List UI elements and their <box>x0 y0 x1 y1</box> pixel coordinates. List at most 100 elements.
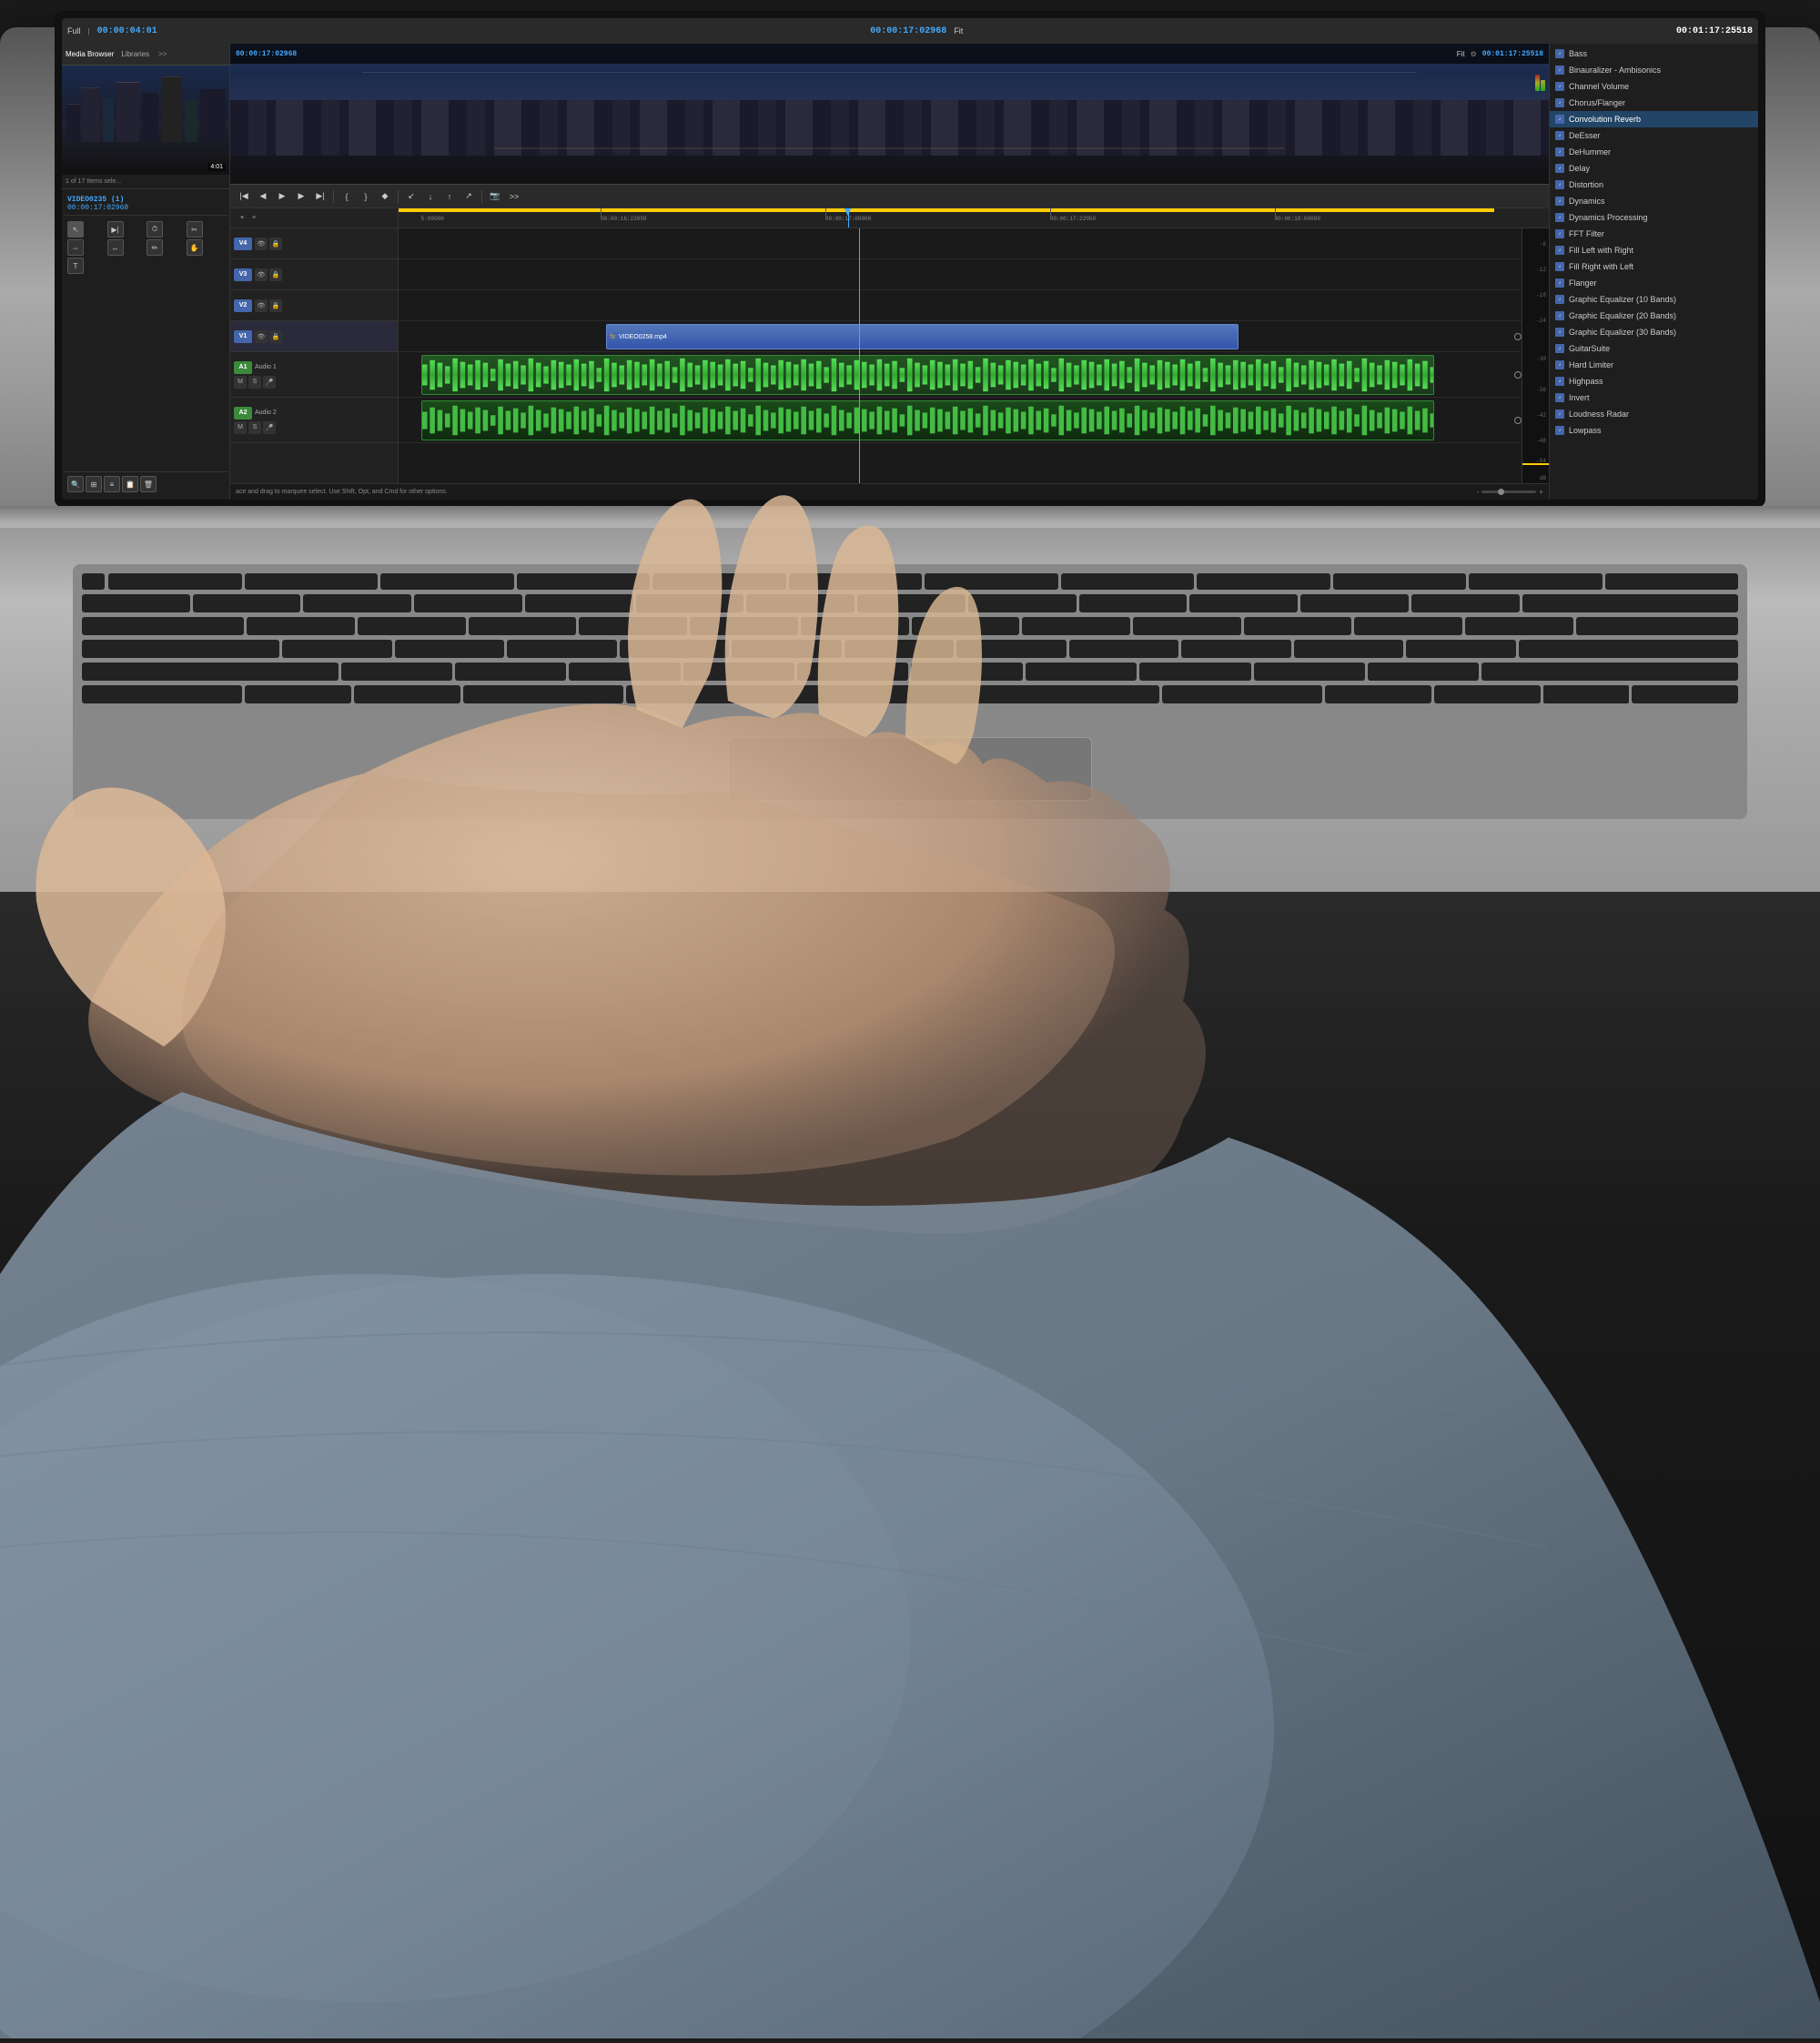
key-enter[interactable] <box>1519 640 1738 658</box>
key-t[interactable] <box>690 617 798 635</box>
a2-mute[interactable]: M <box>234 421 247 434</box>
effect-item-22[interactable]: ♪Loudness Radar <box>1550 406 1758 422</box>
key-1[interactable] <box>193 594 301 612</box>
audio-clip-a2[interactable] <box>421 400 1433 440</box>
key-rbracket[interactable] <box>1465 617 1573 635</box>
key-f6[interactable] <box>789 573 923 590</box>
vp-fit-dropdown[interactable]: Fit <box>1457 50 1465 58</box>
panel-menu-icon[interactable]: >> <box>158 50 167 58</box>
key-5[interactable] <box>636 594 744 612</box>
effect-item-20[interactable]: ♪Highpass <box>1550 373 1758 389</box>
key-fn[interactable] <box>82 685 242 703</box>
key-i[interactable] <box>1022 617 1130 635</box>
key-right[interactable] <box>1632 685 1738 703</box>
key-8[interactable] <box>968 594 1077 612</box>
btn-more[interactable]: >> <box>506 188 522 205</box>
timecode-position[interactable]: 00:00:04:01 <box>97 26 157 36</box>
tool-select[interactable]: ↖ <box>67 221 84 238</box>
v3-eye[interactable]: 👁 <box>255 268 268 281</box>
key-f3[interactable] <box>380 573 514 590</box>
key-lshift[interactable] <box>82 662 339 681</box>
key-f11[interactable] <box>1469 573 1603 590</box>
v1-lock[interactable]: 🔒 <box>269 330 282 343</box>
effect-item-13[interactable]: ♪Fill Right with Left <box>1550 258 1758 275</box>
btn-extract[interactable]: ↗ <box>460 188 477 205</box>
key-minus[interactable] <box>1300 594 1409 612</box>
key-f8[interactable] <box>1061 573 1195 590</box>
vp-total-timecode[interactable]: 00:01:17:25518 <box>1482 50 1543 58</box>
key-left[interactable] <box>1434 685 1541 703</box>
effect-item-2[interactable]: ♪Channel Volume <box>1550 78 1758 95</box>
vp-settings-icon[interactable]: ⚙ <box>1471 50 1477 58</box>
key-w[interactable] <box>358 617 466 635</box>
timecode-total[interactable]: 00:01:17:25518 <box>1676 26 1753 36</box>
key-x[interactable] <box>455 662 566 681</box>
key-2[interactable] <box>303 594 411 612</box>
key-ropt[interactable] <box>1325 685 1431 703</box>
key-lcmd[interactable] <box>463 685 623 703</box>
v2-eye[interactable]: 👁 <box>255 299 268 312</box>
v4-lock[interactable]: 🔒 <box>269 238 282 250</box>
zoom-out-icon[interactable]: - <box>1477 488 1480 496</box>
btn-mark-in[interactable]: { <box>339 188 355 205</box>
effect-item-0[interactable]: ♪Bass <box>1550 46 1758 62</box>
key-r[interactable] <box>579 617 687 635</box>
key-q[interactable] <box>247 617 355 635</box>
key-rshift[interactable] <box>1481 662 1738 681</box>
key-up[interactable] <box>1543 685 1629 694</box>
effect-item-12[interactable]: ♪Fill Left with Right <box>1550 242 1758 258</box>
key-capslock[interactable] <box>82 640 279 658</box>
effect-item-15[interactable]: ♪Graphic Equalizer (10 Bands) <box>1550 291 1758 308</box>
key-slash[interactable] <box>1368 662 1479 681</box>
key-b[interactable] <box>797 662 908 681</box>
btn-export-frame[interactable]: 📷 <box>487 188 503 205</box>
effect-item-11[interactable]: ♪FFT Filter <box>1550 226 1758 242</box>
key-3[interactable] <box>414 594 522 612</box>
zoom-in-icon[interactable]: + <box>1539 488 1543 496</box>
tool-slide[interactable]: ↔ <box>107 239 124 256</box>
key-f10[interactable] <box>1333 573 1467 590</box>
key-m[interactable] <box>1026 662 1137 681</box>
key-period[interactable] <box>1254 662 1365 681</box>
v3-lock[interactable]: 🔒 <box>269 268 282 281</box>
key-f7[interactable] <box>925 573 1058 590</box>
key-7[interactable] <box>857 594 966 612</box>
key-f5[interactable] <box>652 573 786 590</box>
playhead-line[interactable] <box>848 208 849 228</box>
key-s[interactable] <box>395 640 505 658</box>
zoom-slider[interactable] <box>1481 491 1536 493</box>
key-o[interactable] <box>1133 617 1241 635</box>
a1-solo[interactable]: S <box>248 376 261 389</box>
effect-item-16[interactable]: ♪Graphic Equalizer (20 Bands) <box>1550 308 1758 324</box>
touchpad[interactable] <box>728 737 1092 801</box>
effect-item-4[interactable]: ♪Convolution Reverb <box>1550 111 1758 127</box>
a2-mic[interactable]: 🎤 <box>263 421 276 434</box>
effect-item-6[interactable]: ♪DeHummer <box>1550 144 1758 160</box>
list-btn[interactable]: ≡ <box>104 476 120 492</box>
effect-item-17[interactable]: ♪Graphic Equalizer (30 Bands) <box>1550 324 1758 340</box>
audio-clip-a1[interactable] <box>421 355 1433 395</box>
timecode-playhead[interactable]: 00:00:17:02968 <box>870 26 946 36</box>
key-backspace[interactable] <box>1522 594 1738 612</box>
key-opt[interactable] <box>354 685 460 703</box>
key-p[interactable] <box>1244 617 1352 635</box>
effect-item-8[interactable]: ♪Distortion <box>1550 177 1758 193</box>
effect-item-10[interactable]: ♪Dynamics Processing <box>1550 209 1758 226</box>
tool-ripple[interactable]: ▶| <box>107 221 124 238</box>
btn-overwrite[interactable]: ↓ <box>422 188 439 205</box>
key-f12[interactable] <box>1605 573 1739 590</box>
grid-btn[interactable]: ⊞ <box>86 476 102 492</box>
effect-item-19[interactable]: ♪Hard Limiter <box>1550 357 1758 373</box>
effect-item-1[interactable]: ♪Binauralizer - Ambisonics <box>1550 62 1758 78</box>
tool-type[interactable]: T <box>67 258 84 274</box>
key-f4[interactable] <box>517 573 651 590</box>
key-rcmd[interactable] <box>1162 685 1322 703</box>
tool-slip[interactable]: ⇔ <box>67 239 84 256</box>
key-k[interactable] <box>1069 640 1179 658</box>
key-6[interactable] <box>746 594 854 612</box>
key-updown[interactable] <box>1543 685 1629 703</box>
key-v[interactable] <box>683 662 794 681</box>
effect-item-5[interactable]: ♪DeEsser <box>1550 127 1758 144</box>
key-f[interactable] <box>620 640 730 658</box>
zoom-handle[interactable] <box>1498 489 1504 495</box>
